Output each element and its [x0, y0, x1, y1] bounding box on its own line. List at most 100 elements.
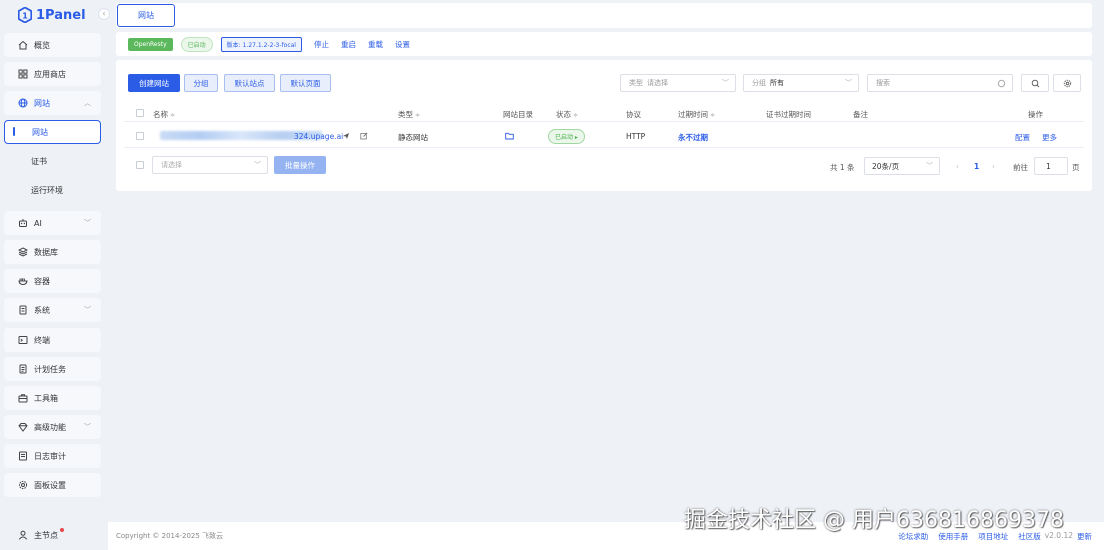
sidebar-item-log-audit[interactable]: 日志审计 [4, 444, 101, 468]
tab-website[interactable]: 网站 [117, 4, 175, 27]
chevron-up-icon: ︿ [84, 99, 91, 107]
default-page-button[interactable]: 默认页面 [280, 74, 331, 92]
sidebar-item-database[interactable]: 数据库 [4, 240, 101, 264]
sidebar-item-label: 工具箱 [34, 393, 58, 403]
sidebar-item-label: 终端 [34, 335, 50, 345]
panel-logo-icon: 1 [18, 7, 32, 23]
search-icon [1031, 79, 1039, 87]
website-type: 静态网站 [398, 133, 428, 142]
website-domain-link[interactable]: 324.upage.ai [294, 132, 343, 141]
column-header-expire[interactable]: 过期时间 ≑ [678, 109, 715, 120]
toolbox-icon [18, 394, 28, 403]
reload-button[interactable]: 重载 [368, 39, 383, 50]
task-icon [19, 364, 27, 374]
group-filter-value: 所有 [770, 79, 784, 87]
sidebar-item-label: 数据库 [34, 247, 58, 257]
sidebar-item-label: 应用商店 [34, 69, 66, 79]
sidebar-item-container[interactable]: 容器 [4, 269, 101, 293]
configure-link[interactable]: 配置 [1015, 132, 1030, 143]
globe-icon [18, 98, 28, 108]
terminal-icon [18, 336, 28, 344]
sidebar-item-label: 网站 [34, 98, 50, 108]
group-button[interactable]: 分组 [184, 74, 218, 92]
logo-text: 1Panel [36, 7, 86, 23]
sidebar-item-system[interactable]: 系统 ﹀ [4, 298, 101, 322]
website-protocol: HTTP [626, 132, 646, 141]
column-header-status[interactable]: 状态 ≑ [556, 109, 578, 120]
sidebar-item-ai[interactable]: AI ﹀ [4, 211, 101, 235]
batch-placeholder: 请选择 [161, 161, 182, 169]
node-selector[interactable]: 主节点 [4, 524, 101, 546]
collapse-sidebar-button[interactable]: ‹ [98, 8, 110, 20]
table-settings-button[interactable] [1053, 74, 1081, 92]
sidebar-item-overview[interactable]: 概览 [4, 33, 101, 57]
open-site-icon[interactable] [342, 132, 350, 140]
table-row: 324.upage.ai 静态网站 已启动 ▸ HTTP 永不过期 配置 更多 [124, 124, 1084, 148]
search-icon [997, 79, 1006, 88]
sidebar-item-scheduled-tasks[interactable]: 计划任务 [4, 357, 101, 381]
prev-page-button[interactable]: ‹ [956, 162, 959, 171]
restart-button[interactable]: 重启 [341, 39, 356, 50]
sidebar-item-label: 概览 [34, 40, 50, 50]
column-header-remark: 备注 [853, 110, 868, 119]
column-header-name[interactable]: 名称 ≑ [153, 109, 175, 120]
goto-page-input[interactable]: 1 [1034, 157, 1068, 175]
app-name-badge: OpenResty [128, 37, 173, 51]
page-size-value: 20条/页 [872, 161, 900, 171]
app-version-badge: 版本: 1.27.1.2-2-3-focal [220, 36, 302, 52]
sidebar-item-terminal[interactable]: 终端 [4, 328, 101, 352]
more-actions-link[interactable]: 更多 [1042, 132, 1057, 143]
sidebar-item-label: 日志审计 [34, 451, 66, 461]
notification-dot [60, 528, 64, 532]
sidebar-subitem-website[interactable]: 网站 [4, 120, 101, 144]
folder-icon[interactable] [505, 132, 514, 140]
type-filter-placeholder: 请选择 [647, 79, 668, 87]
app-settings-button[interactable]: 设置 [395, 39, 410, 50]
edit-icon[interactable] [360, 132, 368, 140]
system-icon [19, 305, 27, 315]
default-site-button[interactable]: 默认站点 [224, 74, 275, 92]
group-filter-select[interactable]: 分组 所有 ﹀ [743, 74, 859, 92]
sidebar-item-panel-settings[interactable]: 面板设置 [4, 473, 101, 497]
refresh-button[interactable] [1021, 74, 1049, 92]
sidebar-item-website[interactable]: 网站 ︿ [4, 91, 101, 115]
page-size-select[interactable]: 20条/页 ﹀ [864, 157, 940, 175]
group-filter-label: 分组 [752, 79, 766, 87]
settings-icon [18, 480, 28, 490]
page-number[interactable]: 1 [974, 162, 979, 171]
sidebar-subitem-certificate[interactable]: 证书 [4, 149, 101, 173]
log-icon [19, 451, 27, 461]
chevron-down-icon: ﹀ [84, 423, 91, 431]
goto-label: 前往 [1013, 163, 1028, 172]
update-link[interactable]: 更新 [1077, 531, 1092, 542]
column-header-protocol: 协议 [626, 110, 641, 119]
chevron-down-icon: ﹀ [84, 219, 91, 227]
diamond-icon [18, 423, 28, 432]
logo[interactable]: 1 1Panel [18, 6, 86, 24]
sidebar-item-app-store[interactable]: 应用商店 [4, 62, 101, 86]
batch-action-select[interactable]: 请选择 ﹀ [152, 156, 268, 174]
row-checkbox[interactable] [136, 132, 144, 140]
chevron-down-icon: ﹀ [845, 79, 852, 87]
stop-button[interactable]: 停止 [314, 39, 329, 50]
sidebar-item-advanced[interactable]: 高级功能 ﹀ [4, 415, 101, 439]
sidebar-item-label: AI [34, 218, 42, 228]
type-filter-select[interactable]: 类型 请选择 ﹀ [620, 74, 736, 92]
column-header-type[interactable]: 类型 ≑ [398, 109, 420, 120]
next-page-button[interactable]: › [992, 162, 995, 171]
sidebar-item-label: 面板设置 [34, 480, 66, 490]
website-expire[interactable]: 永不过期 [678, 132, 708, 143]
sidebar-item-toolbox[interactable]: 工具箱 [4, 386, 101, 410]
create-website-button[interactable]: 创建网站 [128, 74, 180, 92]
svg-text:1: 1 [22, 12, 28, 21]
batch-checkbox[interactable] [136, 161, 144, 169]
website-status-badge[interactable]: 已启动 ▸ [548, 129, 585, 144]
search-input[interactable]: 搜索 [867, 74, 1013, 92]
grid-icon [18, 69, 28, 79]
sidebar-item-label: 系统 [34, 305, 50, 315]
sidebar-item-label: 网站 [32, 127, 48, 137]
batch-operation-button[interactable]: 批量操作 [274, 156, 326, 174]
sidebar-subitem-runtime[interactable]: 运行环境 [4, 178, 101, 202]
select-all-checkbox[interactable] [136, 109, 144, 117]
app-status-badge: 已启动 [180, 36, 213, 52]
